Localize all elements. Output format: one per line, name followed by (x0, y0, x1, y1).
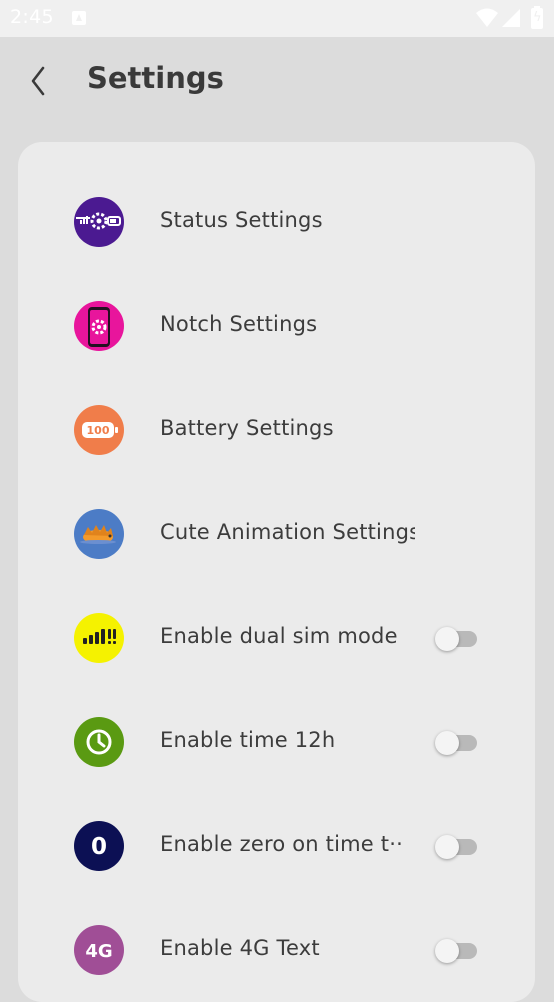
battery-charging-icon (531, 6, 543, 29)
toggle-thumb (435, 731, 459, 755)
clock-icon (74, 717, 124, 767)
wifi-icon (476, 8, 498, 27)
4g-icon-text: 4G (85, 941, 112, 962)
settings-item-notch[interactable]: Notch Settings (18, 274, 535, 378)
settings-item-status[interactable]: Status Settings (18, 170, 535, 274)
settings-item-label: Battery Settings (160, 416, 334, 440)
toggle-thumb (435, 939, 459, 963)
battery-icon-text: 100 (87, 424, 110, 437)
settings-item-cute-animation[interactable]: Cute Animation Settings (18, 482, 535, 586)
phone-gear-icon (74, 301, 124, 351)
settings-item-dual-sim[interactable]: Enable dual sim mode (18, 586, 535, 690)
toggle-thumb (435, 627, 459, 651)
settings-item-label: Enable 4G Text (160, 936, 320, 960)
settings-item-battery[interactable]: 100 Battery Settings (18, 378, 535, 482)
signal-icon (502, 9, 520, 27)
settings-card: Status Settings Notch Settings 100 Batte… (18, 142, 535, 1002)
chevron-left-icon (31, 66, 45, 96)
settings-item-zero-on-time[interactable]: 0 Enable zero on time t·· (18, 794, 535, 898)
cute-animal-icon (74, 509, 124, 559)
status-time: 2:45 (10, 6, 54, 28)
back-button[interactable] (26, 59, 62, 103)
battery-100-icon: 100 (74, 405, 124, 455)
settings-item-label: Status Settings (160, 208, 323, 232)
notification-icon (72, 11, 86, 25)
zero-on-time-toggle[interactable] (435, 833, 477, 859)
time-12h-toggle[interactable] (435, 729, 477, 755)
zero-icon: 0 (74, 821, 124, 871)
toggle-thumb (435, 835, 459, 859)
status-bar: 2:45 (0, 0, 554, 37)
dual-sim-toggle[interactable] (435, 625, 477, 651)
4g-text-toggle[interactable] (435, 937, 477, 963)
settings-item-label: Enable zero on time t·· (160, 832, 403, 856)
status-bar-gear-icon (74, 197, 124, 247)
zero-icon-text: 0 (91, 834, 107, 860)
app-bar: Settings (0, 37, 554, 127)
page-title: Settings (87, 61, 224, 95)
settings-item-label: Cute Animation Settings (160, 520, 415, 544)
4g-icon: 4G (74, 925, 124, 975)
dual-sim-signal-icon (74, 613, 124, 663)
settings-item-label: Enable time 12h (160, 728, 336, 752)
settings-item-time-12h[interactable]: Enable time 12h (18, 690, 535, 794)
settings-item-label: Notch Settings (160, 312, 318, 336)
settings-item-4g-text[interactable]: 4G Enable 4G Text (18, 898, 535, 1002)
settings-item-label: Enable dual sim mode (160, 624, 398, 648)
